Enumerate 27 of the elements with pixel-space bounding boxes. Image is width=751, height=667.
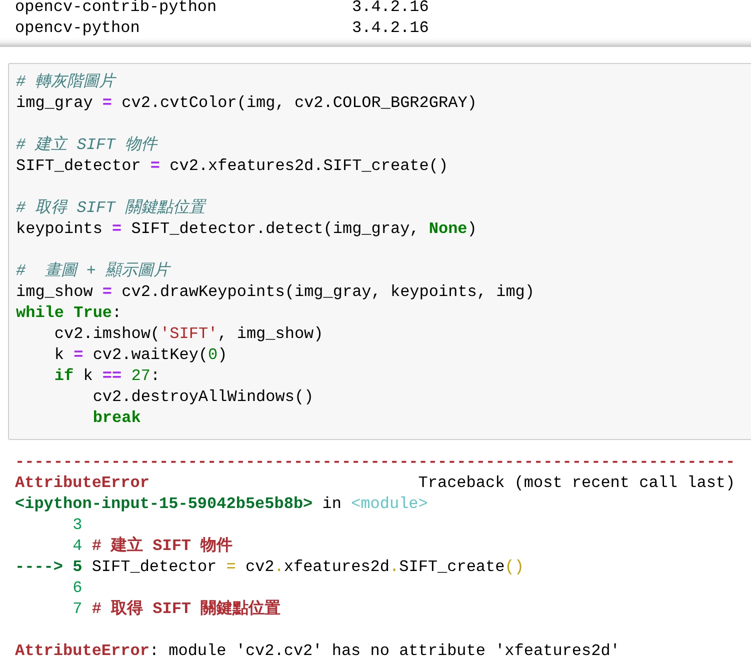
traceback-line: 3 — [72, 515, 84, 536]
code-line: cv2.imshow('SIFT', img_show) — [53, 324, 324, 345]
traceback-line: AttributeError: module 'cv2.cv2' has no attribute 'xfeatures2d' — [15, 641, 621, 662]
code-line: img_show = cv2.drawKeypoints(img_gray, keypoints, img) — [16, 282, 536, 303]
traceback-line: ----> 5 SIFT_detector = cv2.xfeatures2d.SIFT_create() — [15, 557, 525, 578]
code-line: img_gray = cv2.cvtColor(img, cv2.COLOR_BGR2GRAY) — [16, 93, 478, 114]
traceback-line: 6 — [72, 578, 84, 599]
package-version: 3.4.2.16 — [352, 18, 430, 39]
code-cell[interactable] — [8, 63, 751, 440]
code-line: # 取得 SIFT 關鍵點位置 — [16, 198, 208, 219]
traceback-line: 7 # 取得 SIFT 關鍵點位置 — [72, 599, 282, 620]
package-version: 3.4.2.16 — [352, 0, 430, 18]
code-line: keypoints = SIFT_detector.detect(img_gray, None) — [16, 219, 478, 240]
traceback-line: AttributeError Traceback (most recent call last) — [15, 473, 736, 494]
code-line: # 建立 SIFT 物件 — [16, 135, 159, 156]
code-line: cv2.destroyAllWindows() — [92, 387, 315, 408]
code-line: k = cv2.waitKey(0) — [53, 345, 228, 366]
traceback-line: --------------------------------------------------------------------------- — [15, 452, 736, 473]
code-line: SIFT_detector = cv2.xfeatures2d.SIFT_create() — [16, 156, 450, 177]
code-line: break — [92, 408, 142, 429]
traceback-line: <ipython-input-15-59042b5e5b8b> in <module> — [15, 494, 429, 515]
code-line: # 畫圖 + 顯示圖片 — [16, 261, 172, 282]
package-name: opencv-python — [15, 18, 141, 39]
code-line: while True: — [16, 303, 123, 324]
traceback-line: 4 # 建立 SIFT 物件 — [72, 536, 234, 557]
code-line: if k == 27: — [53, 366, 162, 387]
code-line: # 轉灰階圖片 — [16, 72, 118, 93]
